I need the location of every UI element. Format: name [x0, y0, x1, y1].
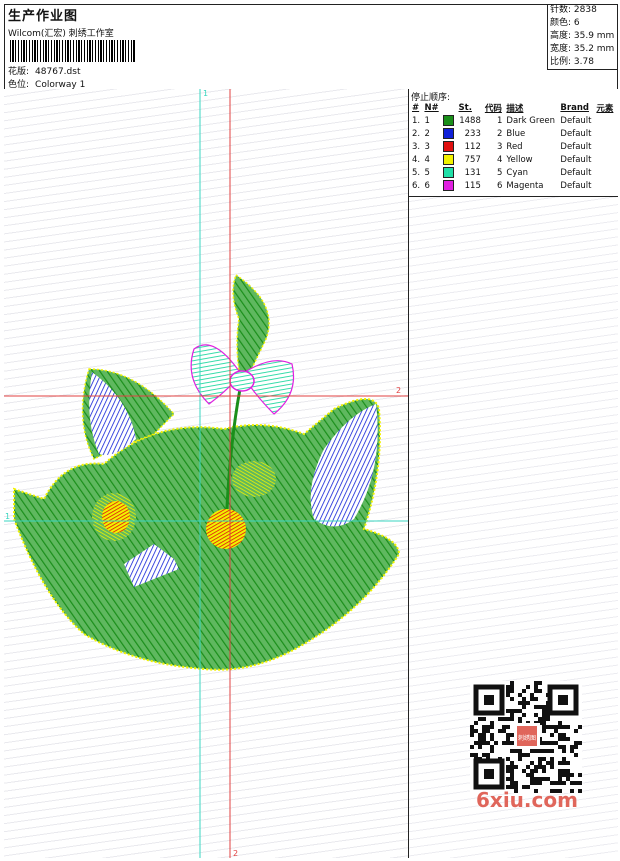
row-n: 5 — [424, 167, 430, 178]
row-stitches: 233 — [464, 128, 481, 139]
row-n: 4 — [424, 154, 430, 165]
row-n: 2 — [424, 128, 430, 139]
stat-height: 高度: 35.9 mm — [550, 31, 615, 41]
row-index: 3. — [412, 141, 421, 152]
center-cheek — [206, 509, 246, 549]
col-header-brand: Brand — [560, 102, 589, 113]
table-row[interactable]: 2. 2 233 2 Blue Default — [410, 127, 616, 140]
table-row[interactable]: 4. 4 757 4 Yellow Default — [410, 153, 616, 166]
stamp-text: 刺绣图 — [518, 734, 536, 742]
stat-stitches: 针数: 2838 — [550, 5, 597, 15]
color-swatch — [443, 115, 455, 126]
row-stitches: 115 — [464, 180, 481, 191]
row-code: 4 — [497, 154, 503, 165]
row-stitches: 1488 — [459, 115, 481, 126]
cyan-guide-marker-left: 1 — [5, 512, 10, 521]
studio-subtitle: Wilcom(汇宏) 刺绣工作室 — [8, 29, 114, 39]
col-header-element: 元素 — [596, 103, 614, 114]
red-guide-marker-bottom: 2 — [233, 849, 238, 858]
table-row[interactable]: 6. 6 115 6 Magenta Default — [410, 179, 616, 192]
row-brand: Default — [560, 180, 592, 191]
row-brand: Default — [560, 141, 592, 152]
table-row[interactable]: 1. 1 1488 1 Dark Green Default — [410, 114, 616, 127]
row-code: 3 — [497, 141, 503, 152]
stat-width: 宽度: 35.2 mm — [550, 44, 615, 54]
row-n: 1 — [424, 115, 430, 126]
color-swatch — [443, 141, 455, 152]
row-brand: Default — [560, 154, 592, 165]
stop-sequence-box: 停止顺序: # N# St. 代码 描述 Brand 元素 1. 1 1488 1 Da… — [409, 89, 618, 197]
row-swatch — [441, 179, 456, 192]
row-swatch — [441, 166, 456, 179]
stats-box: 针数: 2838 颜色: 6 高度: 35.9 mm 宽度: 35.2 mm 比… — [547, 4, 618, 70]
col-header-n: N# — [424, 102, 439, 113]
row-desc: Blue — [506, 128, 526, 139]
color-swatch — [443, 154, 455, 165]
row-index: 6. — [412, 180, 421, 191]
col-header-desc: 描述 — [506, 103, 524, 114]
row-swatch — [441, 127, 456, 140]
design-file-label: 花版: — [8, 67, 30, 77]
row-index: 1. — [412, 115, 421, 126]
stat-colors: 颜色: 6 — [550, 18, 580, 28]
watermark-text: 6xiu.com — [476, 788, 578, 812]
row-stitches: 757 — [464, 154, 481, 165]
page-title: 生产作业图 — [8, 9, 79, 24]
stat-scale: 比例: 3.78 — [550, 57, 594, 67]
design-file-value: 48767.dst — [35, 67, 81, 77]
row-element — [594, 114, 616, 127]
row-n: 3 — [424, 141, 430, 152]
left-cheek — [102, 501, 130, 533]
red-guide-marker-right: 2 — [396, 386, 401, 395]
qr-code-graphic: 刺绣图 — [470, 681, 582, 793]
qr-code: 刺绣图 — [470, 681, 582, 793]
embroidery-preview: 1 1 2 2 — [4, 89, 408, 858]
barcode — [10, 40, 135, 62]
row-brand: Default — [560, 128, 592, 139]
row-desc: Dark Green — [506, 115, 556, 126]
stop-sequence-title: 停止顺序: — [411, 93, 451, 103]
row-code: 6 — [497, 180, 503, 191]
design-canvas[interactable]: 1 1 2 2 — [4, 89, 409, 858]
row-stitches: 112 — [464, 141, 481, 152]
row-swatch — [441, 153, 456, 166]
row-swatch — [441, 114, 456, 127]
row-index: 5. — [412, 167, 421, 178]
row-swatch — [441, 140, 456, 153]
row-brand: Default — [560, 115, 592, 126]
row-stitches: 131 — [464, 167, 481, 178]
col-header-code: 代码 — [484, 103, 502, 114]
row-brand: Default — [560, 167, 592, 178]
row-element — [594, 127, 616, 140]
row-element — [594, 153, 616, 166]
center-yellow — [232, 461, 276, 497]
row-element — [594, 179, 616, 192]
row-desc: Red — [506, 141, 523, 152]
bow-knot — [229, 370, 255, 392]
color-swatch — [443, 167, 455, 178]
row-element — [594, 166, 616, 179]
row-n: 6 — [424, 180, 430, 191]
stop-sequence-table: # N# St. 代码 描述 Brand 元素 1. 1 1488 1 Dark Gre… — [410, 101, 616, 192]
row-code: 5 — [497, 167, 503, 178]
color-swatch — [443, 128, 455, 139]
row-desc: Cyan — [506, 167, 528, 178]
row-code: 2 — [497, 128, 503, 139]
table-row[interactable]: 5. 5 131 5 Cyan Default — [410, 166, 616, 179]
table-row[interactable]: 3. 3 112 3 Red Default — [410, 140, 616, 153]
col-header-stitches: St. — [458, 102, 472, 113]
row-desc: Magenta — [506, 180, 544, 191]
row-index: 4. — [412, 154, 421, 165]
header: 生产作业图 Wilcom(汇宏) 刺绣工作室 花版: 48767.dst 色位: C… — [4, 4, 618, 90]
color-swatch — [443, 180, 455, 191]
row-desc: Yellow — [506, 154, 533, 165]
cyan-guide-marker-top: 1 — [203, 89, 208, 98]
row-index: 2. — [412, 128, 421, 139]
design-file-line: 花版: 48767.dst — [8, 64, 86, 77]
row-element — [594, 140, 616, 153]
row-code: 1 — [497, 115, 503, 126]
